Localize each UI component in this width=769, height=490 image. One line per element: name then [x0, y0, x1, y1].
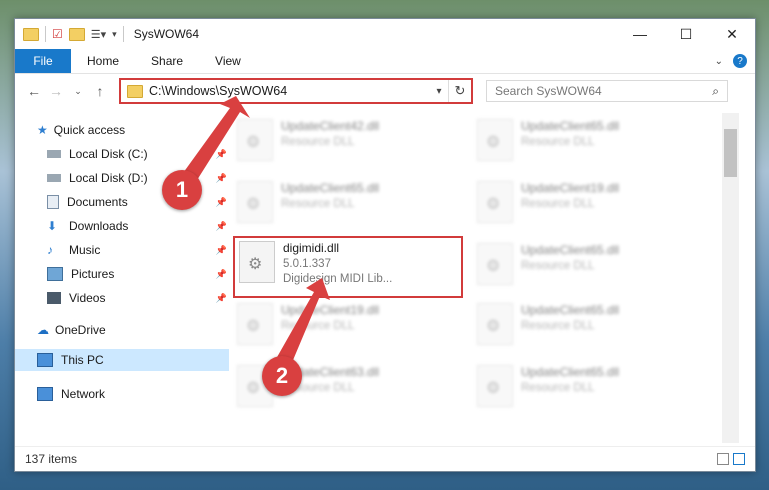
callout-badge-2: 2 [262, 356, 302, 396]
annotation-arrows [178, 96, 330, 372]
callout-badge-1: 1 [162, 170, 202, 210]
